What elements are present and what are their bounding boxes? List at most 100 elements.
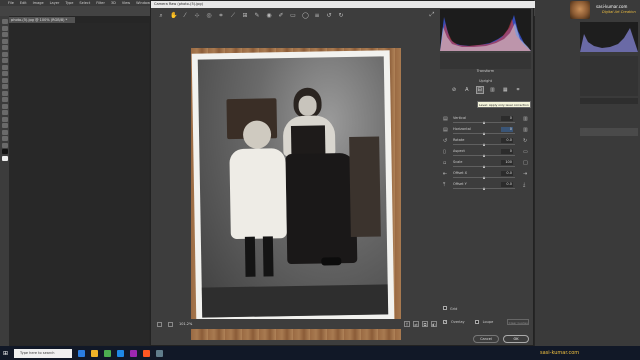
cancel-button[interactable]: Cancel [473,335,499,343]
slider-track[interactable] [453,164,515,168]
taskbar-search[interactable]: Type here to search [14,348,73,358]
background-color-swatch[interactable] [1,155,8,161]
targeted-adjust-icon[interactable]: ◎ [206,12,212,19]
slider-value[interactable]: 0.0 [501,182,513,187]
file-explorer-icon[interactable] [91,349,99,357]
slider-thumb[interactable] [482,175,485,179]
color-sampler-icon[interactable]: ⊹ [194,12,200,19]
slider-track[interactable] [453,153,515,157]
menu-image[interactable]: Image [33,1,44,5]
app-icon[interactable] [156,349,164,357]
zoom-tool-icon[interactable] [1,142,8,148]
history-brush-tool-icon[interactable] [1,77,8,83]
chrome-icon[interactable] [104,349,112,357]
overlay-checkbox[interactable]: ✓ [443,320,447,324]
pen-tool-icon[interactable] [1,110,8,115]
loupe-checkbox[interactable] [474,320,479,324]
zoom-in-icon[interactable] [168,321,173,327]
slider-track[interactable] [453,142,515,146]
slider-thumb[interactable] [482,142,485,146]
type-tool-icon[interactable] [1,116,8,122]
slider-thumb[interactable] [482,120,485,124]
photoshop-icon[interactable] [117,349,125,357]
swap-icon[interactable]: ⇄ [413,321,419,327]
menu-3d[interactable]: 3D [111,1,116,5]
zoom-level[interactable]: 101.2% [179,322,192,326]
move-tool-icon[interactable] [1,19,8,24]
clear-guides-button[interactable]: Clear Guides [507,319,530,325]
shape-tool-icon[interactable] [1,129,8,135]
layer-row[interactable] [580,128,638,136]
menu-filter[interactable]: Filter [96,1,105,5]
menu-type[interactable]: Type [65,1,73,5]
grid-toggle[interactable]: Grid [443,306,457,311]
slider-track[interactable] [453,175,515,179]
slider-value[interactable]: 0 [501,127,513,132]
slider-value[interactable]: 100 [501,160,513,165]
menu-window[interactable]: Window [136,1,150,5]
upright-vertical-icon[interactable]: ▥ [489,87,495,93]
slider-value[interactable]: 0.0 [501,171,513,176]
quick-select-tool-icon[interactable] [1,38,8,44]
marquee-tool-icon[interactable] [1,25,8,31]
red-eye-icon[interactable]: ◉ [266,12,272,19]
straighten-icon[interactable]: ⟋ [230,12,236,19]
adjustment-brush-icon[interactable]: ✐ [278,12,284,19]
healing-tool-icon[interactable] [1,58,8,63]
eraser-tool-icon[interactable] [1,84,8,89]
slider-value[interactable]: 0 [501,116,513,121]
ok-button[interactable]: OK [503,335,529,343]
premiere-icon[interactable] [130,349,138,357]
radial-filter-icon[interactable]: ◯ [302,12,309,19]
hand-tool-icon[interactable] [1,136,8,141]
eyedropper-tool-icon[interactable] [1,51,8,57]
slider-track[interactable] [453,186,515,190]
rotate-ccw-icon[interactable]: ↺ [326,12,332,19]
menu-select[interactable]: Select [79,1,90,5]
foreground-color-swatch[interactable] [1,149,8,154]
crop-tool-icon[interactable] [1,45,8,50]
menu-layer[interactable]: Layer [50,1,60,5]
view-mode-icon[interactable]: Y [404,321,410,327]
copy-settings-icon[interactable]: ⧉ [422,321,428,327]
slider-thumb[interactable] [482,164,485,168]
menu-view[interactable]: View [122,1,130,5]
slider-thumb[interactable] [482,186,485,190]
toggle-preview-icon[interactable]: ◐ [431,321,437,327]
slider-thumb[interactable] [482,131,485,135]
brush-tool-icon[interactable] [1,64,8,70]
grid-checkbox[interactable] [443,306,447,310]
transform-icon[interactable]: ⊞ [242,12,248,19]
white-balance-icon[interactable]: ⁄ [182,12,188,19]
blur-tool-icon[interactable] [1,97,8,102]
spot-removal-icon[interactable]: ✎ [254,12,260,19]
zoom-out-icon[interactable] [157,321,162,327]
menu-file[interactable]: File [8,1,14,5]
image-preview[interactable] [156,23,436,340]
slider-thumb[interactable] [482,153,485,157]
fullscreen-icon[interactable]: ⤢ [429,12,435,18]
upright-guided-icon[interactable]: ⌗ [515,87,521,93]
preferences-icon[interactable]: ≡ [314,12,320,19]
menu-edit[interactable]: Edit [20,1,27,5]
dodge-tool-icon[interactable] [1,103,8,109]
graduated-filter-icon[interactable]: ▭ [290,12,296,19]
illustrator-icon[interactable] [143,349,151,357]
crop-icon[interactable]: ⌗ [218,12,224,19]
gradient-tool-icon[interactable] [1,90,8,96]
upright-full-icon[interactable]: ▦ [502,87,508,93]
rotate-cw-icon[interactable]: ↻ [338,12,344,19]
hand-icon[interactable]: ✋ [170,12,177,19]
slider-track[interactable] [453,120,515,124]
lasso-tool-icon[interactable] [1,32,8,37]
windows-start-icon[interactable]: ⊞ [3,350,8,357]
slider-track[interactable] [453,131,515,135]
edge-icon[interactable] [78,349,86,357]
zoom-icon[interactable]: ⌕ [158,12,164,19]
upright-off-icon[interactable]: ⊘ [451,87,457,93]
stamp-tool-icon[interactable] [1,71,8,76]
path-select-tool-icon[interactable] [1,123,8,128]
upright-auto-icon[interactable]: A [464,87,470,93]
upright-level-icon[interactable]: ⊟ [475,86,484,94]
slider-value[interactable]: 0 [501,149,513,154]
